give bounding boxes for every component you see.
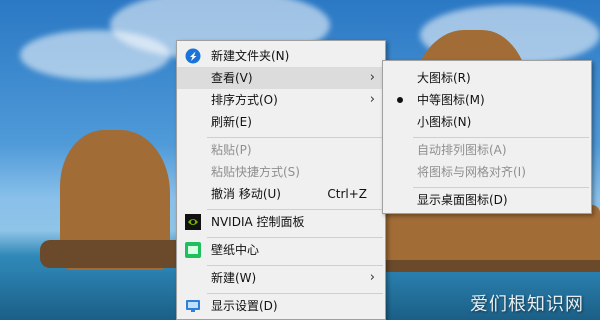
menu-item-sort-by[interactable]: 排序方式(O) › — [177, 89, 385, 111]
menu-item-label: 壁纸中心 — [211, 243, 260, 257]
chevron-right-icon: › — [369, 270, 375, 285]
submenu-item-label: 中等图标(M) — [417, 93, 485, 107]
menu-item-paste[interactable]: 粘贴(P) — [177, 139, 385, 161]
menu-item-wallpaper-center[interactable]: 壁纸中心 — [177, 239, 385, 261]
submenu-item-label: 大图标(R) — [417, 71, 471, 85]
submenu-item-label: 小图标(N) — [417, 115, 472, 129]
menu-item-shortcut: Ctrl+Z — [327, 187, 367, 201]
menu-separator — [413, 137, 589, 138]
chevron-right-icon: › — [369, 70, 375, 85]
new-folder-icon — [185, 48, 201, 64]
submenu-item-label: 自动排列图标(A) — [417, 143, 507, 157]
menu-item-label: 显示设置(D) — [211, 299, 278, 313]
menu-item-nvidia-control-panel[interactable]: NVIDIA 控制面板 — [177, 211, 385, 233]
rock-shadow — [385, 260, 600, 272]
desktop-context-menu: 新建文件夹(N) 查看(V) › 排序方式(O) › 刷新(E) 粘贴(P) 粘… — [176, 40, 386, 320]
menu-separator — [207, 237, 383, 238]
watermark-text: 爱们根知识网 — [470, 294, 584, 315]
menu-item-label: 查看(V) — [211, 71, 253, 85]
menu-item-new-folder[interactable]: 新建文件夹(N) — [177, 45, 385, 67]
menu-item-label: 撤消 移动(U) — [211, 187, 281, 201]
menu-item-label: NVIDIA 控制面板 — [211, 215, 305, 229]
menu-separator — [207, 209, 383, 210]
selected-bullet-icon — [397, 97, 403, 103]
menu-item-view[interactable]: 查看(V) › — [177, 67, 385, 89]
menu-item-label: 粘贴(P) — [211, 143, 252, 157]
menu-item-label: 新建(W) — [211, 271, 257, 285]
submenu-item-medium-icons[interactable]: 中等图标(M) — [383, 89, 591, 111]
menu-item-label: 新建文件夹(N) — [211, 49, 290, 63]
wallpaper-icon — [185, 242, 201, 258]
menu-separator — [207, 293, 383, 294]
menu-item-label: 排序方式(O) — [211, 93, 278, 107]
display-icon — [186, 300, 200, 312]
submenu-item-auto-arrange[interactable]: 自动排列图标(A) — [383, 139, 591, 161]
submenu-item-small-icons[interactable]: 小图标(N) — [383, 111, 591, 133]
menu-item-label: 刷新(E) — [211, 115, 252, 129]
menu-item-paste-shortcut[interactable]: 粘贴快捷方式(S) — [177, 161, 385, 183]
menu-separator — [207, 265, 383, 266]
view-submenu: 大图标(R) 中等图标(M) 小图标(N) 自动排列图标(A) 将图标与网格对齐… — [382, 60, 592, 214]
submenu-item-show-desktop-icons[interactable]: 显示桌面图标(D) — [383, 189, 591, 211]
menu-item-display-settings[interactable]: 显示设置(D) — [177, 295, 385, 317]
submenu-item-align-to-grid[interactable]: 将图标与网格对齐(I) — [383, 161, 591, 183]
menu-item-new[interactable]: 新建(W) › — [177, 267, 385, 289]
menu-item-undo-move[interactable]: 撤消 移动(U) Ctrl+Z — [177, 183, 385, 205]
submenu-item-label: 显示桌面图标(D) — [417, 193, 508, 207]
menu-separator — [413, 187, 589, 188]
submenu-item-label: 将图标与网格对齐(I) — [417, 165, 526, 179]
nvidia-icon — [185, 214, 201, 230]
cloud — [20, 30, 170, 80]
menu-item-refresh[interactable]: 刷新(E) — [177, 111, 385, 133]
menu-item-label: 粘贴快捷方式(S) — [211, 165, 300, 179]
menu-separator — [207, 137, 383, 138]
submenu-item-large-icons[interactable]: 大图标(R) — [383, 67, 591, 89]
chevron-right-icon: › — [369, 92, 375, 107]
